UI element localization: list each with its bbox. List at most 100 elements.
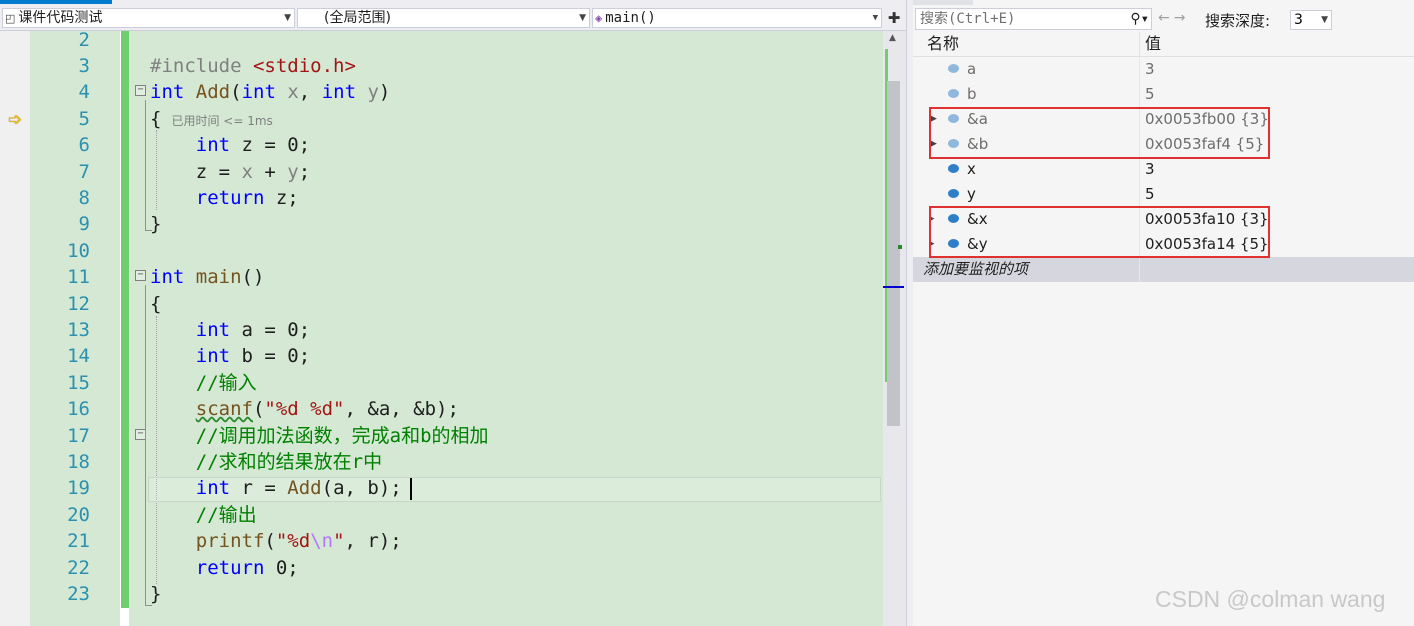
code-line: int r = Add(a, b); <box>195 477 402 499</box>
watermark: CSDN @colman wang <box>1155 586 1386 612</box>
code-line: int a = 0; <box>195 319 311 341</box>
editor-vertical-scrollbar[interactable]: ▲ <box>883 31 906 626</box>
code-line: z = x + y; <box>150 161 311 183</box>
code-line: int Add(int x, int y) <box>150 81 391 103</box>
chevron-down-icon: ▼ <box>872 13 878 23</box>
editor-navigation-bar: ◰ 课件代码测试 ▼ (全局范围) ▼ ◈ main() ▼ ✚ <box>0 0 906 31</box>
line-number: 16 <box>67 398 90 420</box>
line-number: 15 <box>67 372 90 394</box>
line-number: 8 <box>78 187 90 209</box>
project-label: 课件代码测试 <box>18 10 103 26</box>
chevron-down-icon: ▼ <box>1321 15 1328 25</box>
scope-dropdown[interactable]: (全局范围) ▼ <box>297 8 590 28</box>
instruction-pointer-icon: ➩ <box>8 110 23 130</box>
line-number: 11 <box>67 266 90 288</box>
variable-icon <box>948 64 959 73</box>
watch-value[interactable]: 5 <box>1145 82 1155 107</box>
split-editor-button[interactable]: ✚ <box>885 9 903 27</box>
search-icon[interactable]: ⚲▾ <box>1130 9 1149 29</box>
chevron-down-icon: ▼ <box>284 13 291 23</box>
add-watch-placeholder: 添加要监视的项 <box>923 260 1029 278</box>
watch-row[interactable]: b 5 <box>913 82 1414 107</box>
line-number: 6 <box>78 134 90 156</box>
method-icon: ◈ <box>595 11 603 25</box>
change-tracking-bar <box>121 31 129 608</box>
code-line: //输入 <box>150 370 257 396</box>
variable-icon <box>948 89 959 98</box>
variable-icon <box>948 189 959 198</box>
watch-name: y <box>967 185 976 203</box>
line-number: 20 <box>67 504 90 526</box>
collapse-toggle[interactable]: − <box>135 270 146 281</box>
line-number: 3 <box>78 55 90 77</box>
code-line: { <box>150 293 162 315</box>
code-comment: //输入 <box>195 372 257 394</box>
search-nav-arrows[interactable]: ←→ <box>1158 10 1189 26</box>
code-comment: //求和的结果放在r中 <box>195 451 383 473</box>
scroll-up-icon[interactable]: ▲ <box>889 33 896 43</box>
member-label: main() <box>605 10 656 26</box>
chevron-down-icon: ▼ <box>579 13 586 23</box>
search-placeholder: 搜索(Ctrl+E) <box>920 11 1016 27</box>
highlight-box <box>929 107 1270 159</box>
code-line: printf("%d\n", r); <box>195 530 402 552</box>
column-header-name[interactable]: 名称 <box>927 32 959 56</box>
line-number: 10 <box>67 240 90 262</box>
add-watch-row[interactable]: 添加要监视的项 <box>913 257 1414 282</box>
watch-title-stub <box>913 0 973 5</box>
code-line: return 0; <box>195 557 299 579</box>
line-number: 4 <box>78 81 90 103</box>
watch-value[interactable]: 3 <box>1145 57 1155 82</box>
code-line: int b = 0; <box>195 345 311 367</box>
watch-row[interactable]: x 3 <box>913 157 1414 182</box>
active-tab-accent <box>0 0 112 4</box>
line-number: 7 <box>78 161 90 183</box>
watch-name: a <box>967 60 977 78</box>
line-number: 23 <box>67 583 90 605</box>
line-number: 21 <box>67 530 90 552</box>
code-line: #include <stdio.h> <box>150 55 356 77</box>
code-line: scanf("%d %d", &a, &b); <box>195 398 459 420</box>
code-line: //调用加法函数，完成a和b的相加 <box>150 423 489 449</box>
search-depth-label: 搜索深度: <box>1205 12 1271 30</box>
caret-position-marker <box>883 286 904 288</box>
line-number: 12 <box>67 293 90 315</box>
code-comment: //调用加法函数，完成a和b的相加 <box>195 425 489 447</box>
line-number: 2 <box>78 29 90 51</box>
perf-tip[interactable]: 已用时间 <= 1ms <box>171 114 272 128</box>
watch-window: 搜索(Ctrl+E) ⚲▾ ←→ 搜索深度: 3 ▼ 名称 值 a 3 b 5 … <box>913 0 1414 626</box>
line-number: 19 <box>67 477 90 499</box>
project-icon: ◰ <box>5 12 16 25</box>
code-line: int z = 0; <box>195 134 311 156</box>
line-number: 5 <box>78 108 90 130</box>
line-number: 9 <box>78 213 90 235</box>
line-number: 14 <box>67 345 90 367</box>
code-line: int main() <box>150 266 265 288</box>
line-number: 22 <box>67 557 90 579</box>
code-line: } <box>150 583 162 605</box>
watch-value[interactable]: 5 <box>1145 182 1155 207</box>
line-number: 18 <box>67 451 90 473</box>
watch-name: x <box>967 160 976 178</box>
text-caret <box>410 478 412 500</box>
watch-row[interactable]: y 5 <box>913 182 1414 207</box>
code-line: } <box>150 213 162 235</box>
code-line: return z; <box>195 187 299 209</box>
line-number: 17 <box>67 425 90 447</box>
pane-splitter[interactable] <box>906 0 913 626</box>
project-dropdown[interactable]: ◰ 课件代码测试 ▼ <box>2 8 295 28</box>
variable-icon <box>948 164 959 173</box>
scope-label: (全局范围) <box>324 10 391 26</box>
watch-search-input[interactable]: 搜索(Ctrl+E) ⚲▾ <box>915 8 1152 30</box>
member-dropdown[interactable]: ◈ main() ▼ <box>592 8 882 28</box>
scrollbar-thumb[interactable] <box>887 81 900 426</box>
code-line: //求和的结果放在r中 <box>150 449 382 475</box>
code-line: {已用时间 <= 1ms <box>150 108 273 130</box>
column-header-value[interactable]: 值 <box>1145 32 1161 56</box>
watch-header: 名称 值 <box>913 32 1414 57</box>
collapse-toggle[interactable]: − <box>135 85 146 96</box>
search-depth-dropdown[interactable]: 3 ▼ <box>1290 10 1332 30</box>
code-line: //输出 <box>150 502 257 528</box>
watch-row[interactable]: a 3 <box>913 57 1414 82</box>
watch-value[interactable]: 3 <box>1145 157 1155 182</box>
